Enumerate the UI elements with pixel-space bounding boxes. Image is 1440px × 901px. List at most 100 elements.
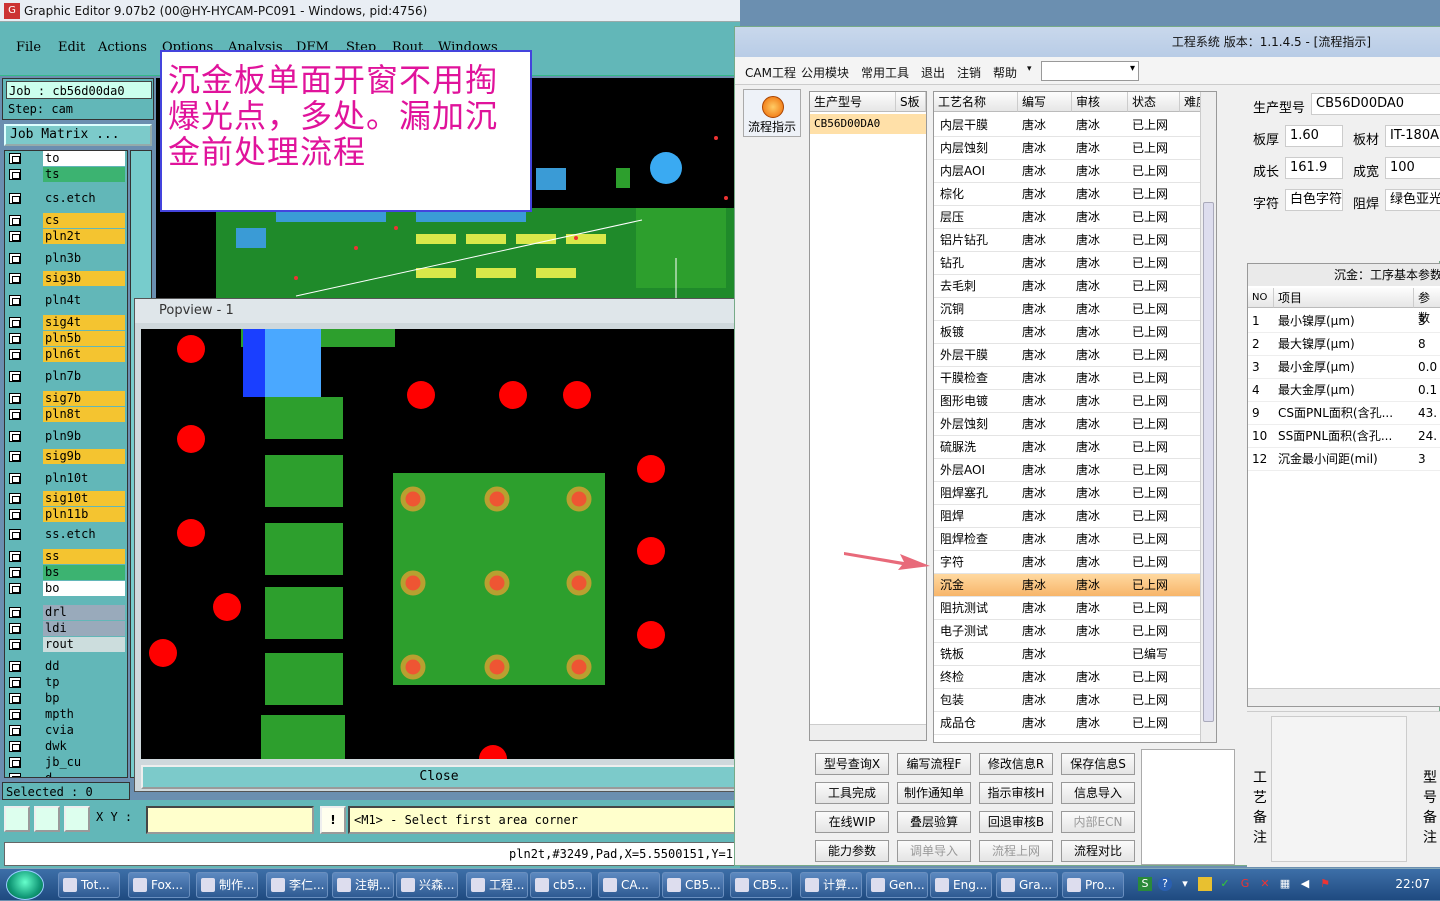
layer-row-sig7b[interactable]: sig7b [5, 391, 127, 406]
layer-row-pln5b[interactable]: pln5b [5, 331, 127, 346]
info-model-value[interactable]: CB56D00DA0 [1311, 93, 1440, 115]
layer-checkbox[interactable] [9, 773, 21, 777]
proc-header-writer[interactable]: 编写 [1018, 92, 1072, 112]
layer-row-bp[interactable]: bp [5, 691, 127, 706]
start-button[interactable] [6, 870, 44, 900]
param-header-no[interactable]: NO [1248, 288, 1274, 308]
layer-row-sig10t[interactable]: sig10t [5, 491, 127, 506]
layer-checkbox[interactable] [9, 431, 21, 442]
layer-row-dwk[interactable]: dwk [5, 739, 127, 754]
action-button[interactable]: 能力参数 [815, 840, 889, 862]
process-row[interactable]: 外层蚀刻 唐冰 唐冰 已上网 [934, 413, 1214, 436]
proc-header-reviewer[interactable]: 审核 [1072, 92, 1128, 112]
process-row[interactable]: 铝片钻孔 唐冰 唐冰 已上网 [934, 229, 1214, 252]
layer-checkbox[interactable] [9, 193, 21, 204]
cam-combo-box[interactable] [1041, 61, 1139, 81]
layer-checkbox[interactable] [9, 253, 21, 264]
menu-file[interactable]: File [16, 40, 41, 55]
job-matrix-button[interactable]: Job Matrix ... [4, 124, 152, 146]
popview-close-button[interactable]: Close [141, 765, 737, 789]
process-row[interactable]: 外层干膜 唐冰 唐冰 已上网 [934, 344, 1214, 367]
chevron-down-icon[interactable]: ▾ [1027, 64, 1032, 74]
zoom-tool-icon[interactable] [4, 806, 30, 832]
layer-checkbox[interactable] [9, 153, 21, 164]
process-row[interactable]: 终检 唐冰 唐冰 已上网 [934, 666, 1214, 689]
cam-menu-tools[interactable]: 常用工具 [861, 64, 909, 81]
process-row[interactable]: 铣板 唐冰 已编写 [934, 643, 1214, 666]
layer-checkbox[interactable] [9, 567, 21, 578]
measure-tool-icon[interactable] [34, 806, 60, 832]
layer-checkbox[interactable] [9, 757, 21, 768]
taskbar-item[interactable]: Gra... [996, 872, 1058, 898]
action-button[interactable]: 流程上网 [979, 840, 1053, 862]
param-row[interactable]: 12 沉金最小间距(mil) 3 [1248, 448, 1440, 471]
model-list-scrollbar[interactable] [810, 724, 926, 740]
layer-checkbox[interactable] [9, 607, 21, 618]
layer-row-sig4t[interactable]: sig4t [5, 315, 127, 330]
process-row[interactable]: 去毛刺 唐冰 唐冰 已上网 [934, 275, 1214, 298]
layer-row-pln7b[interactable]: pln7b [5, 369, 127, 384]
menu-edit[interactable]: Edit [58, 40, 85, 55]
process-row[interactable]: 层压 唐冰 唐冰 已上网 [934, 206, 1214, 229]
info-thick-value[interactable]: 1.60 [1285, 125, 1343, 147]
process-row[interactable]: 棕化 唐冰 唐冰 已上网 [934, 183, 1214, 206]
layer-row-drl[interactable]: drl [5, 605, 127, 620]
cam-menu-common[interactable]: 公用模块 [801, 64, 849, 81]
cam-menu-exit[interactable]: 退出 [921, 64, 945, 81]
info-width-value[interactable]: 100 [1385, 157, 1440, 179]
layer-row-to[interactable]: to [5, 151, 127, 166]
param-row[interactable]: 4 最大金厚(μm) 0.1 [1248, 379, 1440, 402]
g-icon[interactable]: G [1238, 877, 1252, 891]
taskbar-item[interactable]: cb5... [530, 872, 592, 898]
taskbar-item[interactable]: 兴森... [396, 872, 458, 898]
process-row[interactable]: 阻抗测试 唐冰 唐冰 已上网 [934, 597, 1214, 620]
layer-row-sig3b[interactable]: sig3b [5, 271, 127, 286]
process-row[interactable]: 包装 唐冰 唐冰 已上网 [934, 689, 1214, 712]
layer-row-ss-etch[interactable]: ss.etch [5, 527, 127, 542]
action-button[interactable]: 指示审核H [979, 782, 1053, 804]
proc-header-status[interactable]: 状态 [1128, 92, 1180, 112]
action-button[interactable]: 在线WIP [815, 811, 889, 833]
info-mask-value[interactable]: 绿色亚光 [1385, 189, 1440, 211]
action-button[interactable]: 保存信息S [1061, 753, 1135, 775]
model-header-type[interactable]: 生产型号 [810, 92, 896, 112]
layer-checkbox[interactable] [9, 169, 21, 180]
layer-checkbox[interactable] [9, 677, 21, 688]
layer-checkbox[interactable] [9, 451, 21, 462]
taskbar-item[interactable]: CB5... [730, 872, 792, 898]
layer-checkbox[interactable] [9, 295, 21, 306]
taskbar-item[interactable]: 制作... [196, 872, 258, 898]
memo-box[interactable] [1141, 749, 1235, 865]
layer-checkbox[interactable] [9, 509, 21, 520]
process-row[interactable]: 外层AOI 唐冰 唐冰 已上网 [934, 459, 1214, 482]
layer-checkbox[interactable] [9, 473, 21, 484]
menu-actions[interactable]: Actions [98, 40, 147, 55]
layer-checkbox[interactable] [9, 493, 21, 504]
param-scrollbar[interactable] [1248, 688, 1440, 706]
layer-checkbox[interactable] [9, 371, 21, 382]
taskbar-item[interactable]: 工程... [466, 872, 528, 898]
layer-checkbox[interactable] [9, 709, 21, 720]
layer-row-tp[interactable]: tp [5, 675, 127, 690]
info-char-value[interactable]: 白色字符 [1285, 189, 1343, 211]
layer-checkbox[interactable] [9, 623, 21, 634]
param-row[interactable]: 2 最大镍厚(μm) 8 [1248, 333, 1440, 356]
chevron-down-icon[interactable]: ▾ [1178, 877, 1192, 891]
layer-checkbox[interactable] [9, 741, 21, 752]
action-button[interactable]: 调单导入 [897, 840, 971, 862]
cam-menu-cam[interactable]: CAM工程 [745, 64, 796, 81]
layer-checkbox[interactable] [9, 231, 21, 242]
process-row[interactable]: 电子测试 唐冰 唐冰 已上网 [934, 620, 1214, 643]
layer-row-pln8t[interactable]: pln8t [5, 407, 127, 422]
layer-checkbox[interactable] [9, 583, 21, 594]
layer-checkbox[interactable] [9, 409, 21, 420]
layer-row-ss[interactable]: ss [5, 549, 127, 564]
cam-menu-help[interactable]: 帮助 [993, 64, 1017, 81]
process-row[interactable]: 硫脲洗 唐冰 唐冰 已上网 [934, 436, 1214, 459]
param-row[interactable]: 1 最小镍厚(μm) 3 [1248, 310, 1440, 333]
process-row[interactable]: 内层干膜 唐冰 唐冰 已上网 [934, 114, 1214, 137]
layer-checkbox[interactable] [9, 273, 21, 284]
process-row[interactable]: 沉金 唐冰 唐冰 已上网 [934, 574, 1214, 597]
layer-row-pln4t[interactable]: pln4t [5, 293, 127, 308]
action-button[interactable]: 内部ECN [1061, 811, 1135, 833]
